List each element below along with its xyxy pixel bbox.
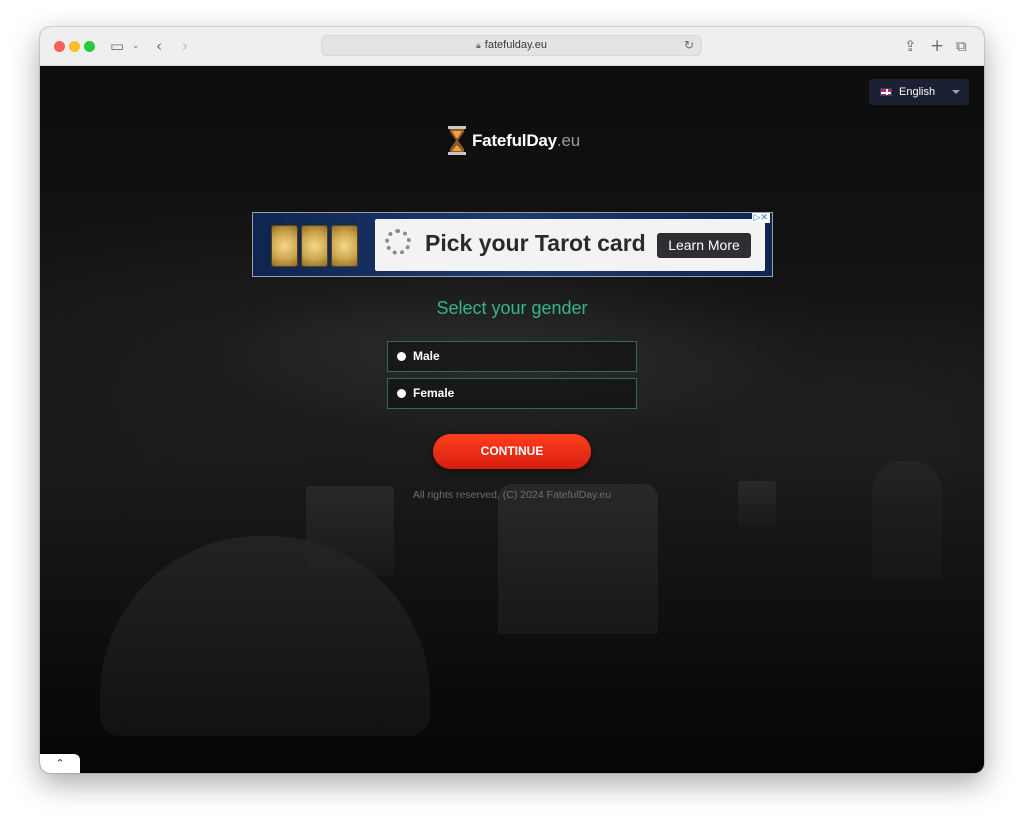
tab-overview-icon[interactable]: ⧉ [956, 36, 967, 56]
gender-heading: Select your gender [436, 298, 588, 318]
radio-button[interactable] [397, 352, 406, 361]
ad-learn-more-button[interactable]: Learn More [657, 233, 751, 258]
radio-button[interactable] [397, 389, 406, 398]
lock-icon: 🔒︎ [476, 40, 481, 50]
copyright-footer: All rights reserved, (C) 2024 FatefulDay… [412, 489, 612, 501]
gravestone-image [872, 461, 942, 581]
logo-tld: .eu [556, 131, 580, 150]
gravestone-image [738, 481, 776, 527]
reload-icon[interactable]: ↻ [684, 36, 694, 55]
uk-flag-icon [880, 88, 892, 96]
url-text: fatefulday.eu [484, 39, 547, 51]
loading-spinner-icon [385, 229, 411, 255]
back-icon[interactable]: ‹ [156, 36, 162, 56]
language-selector[interactable]: English [869, 79, 969, 105]
new-tab-icon[interactable]: + [930, 36, 944, 56]
ad-panel: Pick your Tarot card Learn More [375, 219, 765, 271]
scroll-to-top-button[interactable]: ⌃ [40, 754, 80, 773]
option-label: Male [413, 349, 440, 363]
language-label: English [899, 86, 936, 98]
share-icon[interactable]: ⇪ [904, 36, 917, 56]
tarot-card-image [331, 225, 358, 267]
address-bar[interactable]: 🔒︎ fatefulday.eu ↻ [321, 35, 702, 56]
caret-down-icon [952, 90, 960, 94]
continue-button[interactable]: CONTINUE [433, 434, 591, 469]
maximize-window-button[interactable] [84, 41, 95, 52]
page-content: English FatefulDay.eu Pick your Tarot ca… [40, 66, 984, 773]
browser-toolbar: ▭ ⌄ ‹ › 🔒︎ fatefulday.eu ↻ ⇪ + ⧉ [40, 27, 984, 66]
gravestone-image [498, 484, 658, 634]
browser-window: ▭ ⌄ ‹ › 🔒︎fatefulday.eu ↻ ⇪ + ⧉ English [40, 27, 984, 773]
logo-text: FatefulDay.eu [472, 131, 580, 151]
hourglass-icon [448, 126, 466, 155]
adchoices-icon[interactable]: ▷✕ [751, 213, 770, 223]
advertisement-banner[interactable]: Pick your Tarot card Learn More ▷✕ [252, 212, 773, 277]
gender-option-male[interactable]: Male [387, 341, 637, 372]
tarot-card-image [301, 225, 328, 267]
sidebar-icon[interactable]: ▭ [110, 36, 124, 56]
logo-name: FatefulDay [472, 131, 557, 150]
gender-option-female[interactable]: Female [387, 378, 637, 409]
option-label: Female [413, 386, 455, 400]
forward-icon[interactable]: › [182, 36, 188, 56]
chevron-up-icon: ⌃ [55, 757, 65, 770]
ad-title: Pick your Tarot card [425, 230, 646, 256]
close-window-button[interactable] [54, 41, 65, 52]
tarot-card-image [271, 225, 298, 267]
minimize-window-button[interactable] [69, 41, 80, 52]
chevron-down-icon[interactable]: ⌄ [132, 36, 140, 56]
